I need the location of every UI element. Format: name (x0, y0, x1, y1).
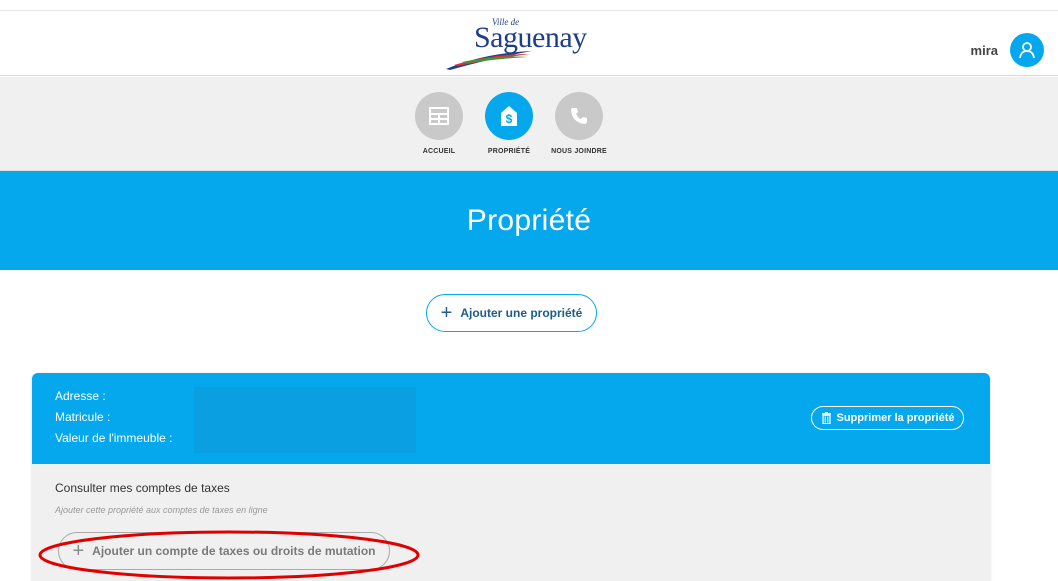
matricule-label: Matricule : (55, 410, 111, 424)
nav-circle-accueil (415, 92, 463, 140)
page-banner: Propriété (0, 171, 1058, 270)
home-grid-icon (429, 107, 449, 125)
plus-icon: + (72, 540, 85, 562)
user-icon (1019, 42, 1035, 59)
logo-swoosh-icon (446, 51, 532, 70)
nav-circle-propriete: $ (485, 92, 533, 140)
add-tax-account-label: Ajouter un compte de taxes ou droits de … (92, 544, 376, 558)
tax-accounts-subtitle: Ajouter cette propriété aux comptes de t… (55, 505, 268, 515)
tax-accounts-section: Consulter mes comptes de taxes Ajouter c… (32, 464, 990, 581)
add-property-button[interactable]: + Ajouter une propriété (426, 294, 597, 332)
delete-property-button[interactable]: Supprimer la propriété (811, 406, 964, 430)
site-header: Ville de Saguenay mira (0, 11, 1058, 76)
nav-item-propriete[interactable]: $ PROPRIÉTÉ (469, 92, 549, 155)
svg-text:$: $ (506, 112, 513, 126)
nav-item-accueil[interactable]: ACCUEIL (399, 92, 479, 155)
avatar[interactable] (1010, 33, 1044, 67)
property-value-label: Valeur de l'immeuble : (55, 431, 173, 445)
phone-icon (571, 108, 587, 124)
property-card: Adresse : Matricule : Valeur de l'immeub… (32, 373, 990, 581)
nav-item-nous-joindre[interactable]: NOUS JOINDRE (539, 92, 619, 155)
delete-property-label: Supprimer la propriété (836, 412, 955, 424)
add-property-label: Ajouter une propriété (460, 306, 583, 320)
property-card-header: Adresse : Matricule : Valeur de l'immeub… (32, 373, 990, 464)
nav-label-propriete: PROPRIÉTÉ (487, 148, 531, 155)
address-label: Adresse : (55, 389, 106, 403)
tax-accounts-title: Consulter mes comptes de taxes (55, 481, 230, 495)
user-menu[interactable]: mira (971, 33, 1044, 67)
main-nav: ACCUEIL $ PROPRIÉTÉ NOUS JOINDRE (0, 77, 1058, 171)
user-name[interactable]: mira (971, 43, 998, 58)
property-info-values (194, 387, 416, 453)
page-title: Propriété (466, 203, 592, 237)
trash-icon (821, 412, 831, 424)
add-tax-account-button[interactable]: + Ajouter un compte de taxes ou droits d… (58, 532, 390, 570)
nav-circle-nous-joindre (555, 92, 603, 140)
house-dollar-icon: $ (501, 106, 517, 126)
plus-icon: + (440, 302, 453, 324)
saguenay-logo[interactable]: Ville de Saguenay (444, 17, 594, 75)
nav-label-accueil: ACCUEIL (422, 148, 456, 155)
nav-label-nous-joindre: NOUS JOINDRE (551, 148, 607, 155)
